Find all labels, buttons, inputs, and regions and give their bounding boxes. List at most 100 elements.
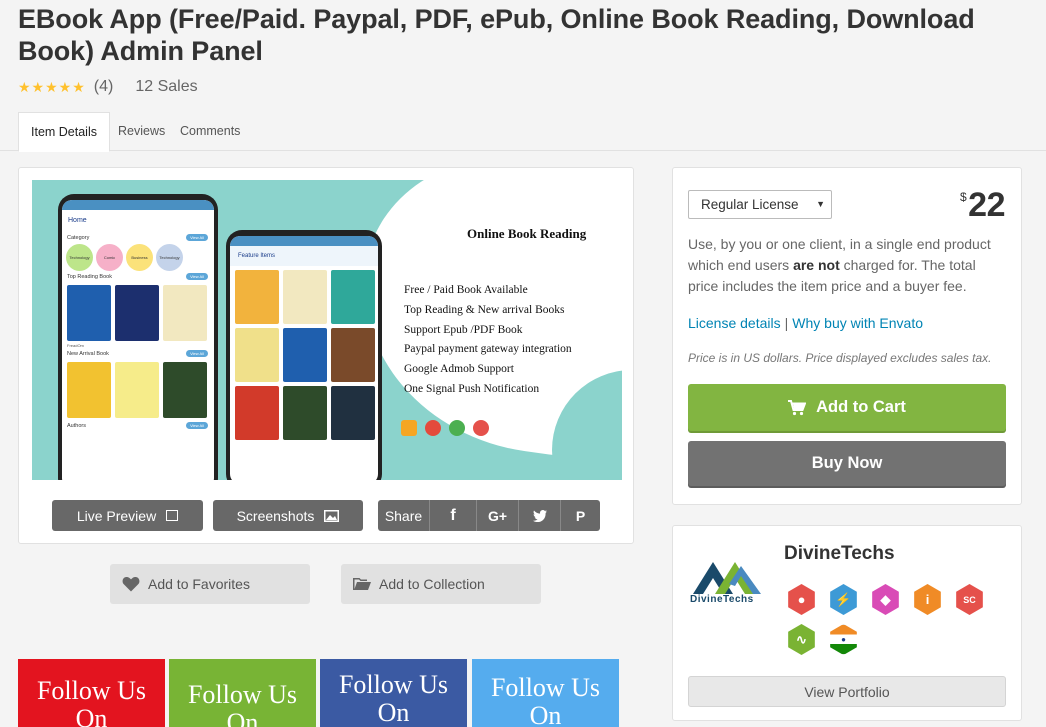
rating-stars[interactable]: ★★★★★ bbox=[18, 79, 86, 96]
follow-us-tile[interactable]: Follow Us On bbox=[18, 659, 165, 727]
twitter-share-icon[interactable] bbox=[519, 500, 561, 531]
share-label: Share bbox=[378, 500, 430, 531]
cart-icon bbox=[788, 399, 807, 415]
buy-now-button[interactable]: Buy Now bbox=[688, 441, 1006, 486]
book-cover bbox=[235, 386, 279, 440]
category-chip: Technology bbox=[156, 244, 183, 271]
book-cover bbox=[115, 362, 159, 418]
author-name[interactable]: DivineTechs bbox=[784, 543, 895, 565]
heart-icon bbox=[122, 576, 140, 592]
window-icon bbox=[166, 510, 179, 521]
category-chip: Technology bbox=[66, 244, 93, 271]
author-box: DivineTechs DivineTechs ● ⚡ ◆ i SC ∿ ● V… bbox=[672, 525, 1022, 721]
why-buy-link[interactable]: Why buy with Envato bbox=[792, 315, 923, 331]
facebook-share-icon[interactable]: f bbox=[430, 500, 477, 531]
book-cover bbox=[331, 270, 375, 324]
screenshots-label: Screenshots bbox=[236, 507, 315, 524]
item-price: $22 bbox=[959, 186, 1006, 225]
view-portfolio-button[interactable]: View Portfolio bbox=[688, 676, 1006, 707]
price-currency: $ bbox=[959, 190, 967, 204]
new-arrival-label: New Arrival Book bbox=[67, 351, 109, 357]
book-cover bbox=[67, 362, 111, 418]
license-select-value: Regular License bbox=[701, 197, 799, 212]
sales-count: 12 Sales bbox=[135, 78, 198, 95]
add-to-favorites-label: Add to Favorites bbox=[148, 576, 250, 592]
book-cover bbox=[163, 285, 207, 341]
item-tabs: Item Details Reviews Comments bbox=[0, 112, 1046, 152]
android-icon bbox=[449, 420, 465, 436]
phone-home-header: Home bbox=[68, 217, 87, 224]
item-preview-box: Home Category View All Technology Comic B… bbox=[18, 167, 634, 544]
follow-us-tile[interactable]: Follow Us On bbox=[472, 659, 619, 727]
tech-icons bbox=[401, 420, 489, 436]
item-meta: ★★★★★ (4) 12 Sales bbox=[18, 77, 198, 97]
banner-feature: Top Reading & New arrival Books bbox=[404, 303, 565, 316]
follow-us-tile[interactable]: Follow Us On bbox=[320, 659, 467, 727]
category-chip: Business bbox=[126, 244, 153, 271]
live-preview-label: Live Preview bbox=[76, 507, 157, 524]
add-to-favorites-button[interactable]: Add to Favorites bbox=[110, 564, 310, 604]
admob-icon bbox=[425, 420, 441, 436]
add-to-cart-button[interactable]: Add to Cart bbox=[688, 384, 1006, 431]
screenshots-button[interactable]: Screenshots bbox=[213, 500, 363, 531]
phone-mockup-home: Home Category View All Technology Comic B… bbox=[58, 194, 218, 480]
book-cover bbox=[283, 328, 327, 382]
book-cover bbox=[283, 386, 327, 440]
book-cover bbox=[235, 270, 279, 324]
category-chip: Comic bbox=[96, 244, 123, 271]
price-note: Price is in US dollars. Price displayed … bbox=[688, 351, 992, 365]
license-links: License details | Why buy with Envato bbox=[688, 315, 923, 331]
phone-feature-header: Feature Items bbox=[230, 246, 378, 266]
view-all-chip: View All bbox=[186, 234, 208, 241]
license-select[interactable]: Regular License ▼ bbox=[688, 190, 832, 219]
author-badges: ● ⚡ ◆ i SC ∿ ● bbox=[786, 584, 986, 655]
pulse-icon[interactable]: ∿ bbox=[788, 624, 815, 655]
book-cover bbox=[115, 285, 159, 341]
category-label: Category bbox=[67, 235, 90, 241]
license-description: Use, by you or one client, in a single e… bbox=[688, 236, 991, 294]
banner-feature: Support Epub /PDF Book bbox=[404, 323, 523, 336]
folder-icon bbox=[353, 578, 371, 590]
add-to-collection-button[interactable]: Add to Collection bbox=[341, 564, 541, 604]
chevron-down-icon: ▼ bbox=[816, 199, 825, 209]
paw-icon[interactable]: ● bbox=[788, 584, 815, 615]
item-title: EBook App (Free/Paid. Paypal, PDF, ePub,… bbox=[18, 4, 975, 66]
preview-banner-image[interactable]: Home Category View All Technology Comic B… bbox=[32, 180, 622, 480]
book-cover bbox=[331, 328, 375, 382]
top-reading-label: Top Reading Book bbox=[67, 274, 112, 280]
banner-feature: Free / Paid Book Available bbox=[404, 284, 528, 296]
pinterest-share-icon[interactable]: P bbox=[561, 500, 600, 531]
banner-feature: One Signal Push Notification bbox=[404, 382, 540, 395]
diamond-icon[interactable]: ◆ bbox=[872, 584, 899, 615]
add-to-collection-label: Add to Collection bbox=[379, 576, 485, 592]
purchase-box: Regular License ▼ $22 Use, by you or one… bbox=[672, 167, 1022, 505]
author-logo-text: DivineTechs bbox=[690, 594, 754, 605]
google-plus-share-icon[interactable]: G+ bbox=[477, 500, 519, 531]
lightning-icon[interactable]: ⚡ bbox=[830, 584, 857, 615]
book-cover bbox=[331, 386, 375, 440]
banner-feature: Paypal payment gateway integration bbox=[404, 343, 572, 356]
info-icon[interactable]: i bbox=[914, 584, 941, 615]
sc-icon[interactable]: SC bbox=[956, 584, 983, 615]
image-icon bbox=[324, 509, 340, 522]
book-cover bbox=[283, 270, 327, 324]
onesignal-icon bbox=[473, 420, 489, 436]
book-cover bbox=[163, 362, 207, 418]
live-preview-button[interactable]: Live Preview bbox=[52, 500, 203, 531]
follow-us-tile[interactable]: Follow Us On bbox=[169, 659, 316, 727]
price-value: 22 bbox=[968, 186, 1005, 224]
india-flag-icon[interactable]: ● bbox=[830, 624, 857, 655]
tab-reviews[interactable]: Reviews bbox=[106, 112, 177, 151]
tab-comments[interactable]: Comments bbox=[168, 112, 252, 151]
tab-item-details[interactable]: Item Details bbox=[18, 112, 110, 152]
rating-count[interactable]: (4) bbox=[94, 78, 114, 96]
banner-headline: Online Book Reading bbox=[467, 226, 587, 241]
authors-label: Authors bbox=[67, 423, 86, 429]
book-cover bbox=[235, 328, 279, 382]
license-details-link[interactable]: License details bbox=[688, 315, 781, 331]
add-to-cart-label: Add to Cart bbox=[816, 398, 906, 416]
banner-feature: Google Admob Support bbox=[404, 363, 514, 376]
banner-feature-list: Free / Paid Book Available Top Reading &… bbox=[404, 281, 572, 400]
book-cover bbox=[67, 285, 111, 341]
firebase-icon bbox=[401, 420, 417, 436]
